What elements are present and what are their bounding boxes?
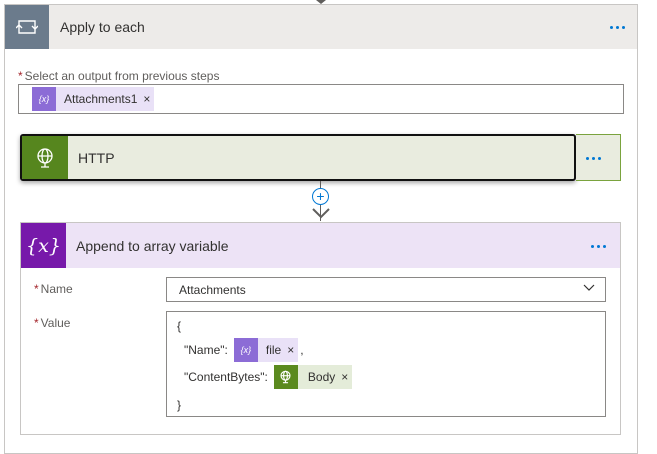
variable-icon: {x} [32,87,56,111]
required-mark: * [34,316,39,330]
required-mark: * [18,69,23,83]
output-select-field[interactable]: {x} Attachments1 × [18,84,624,114]
apply-to-each-more-button[interactable] [610,26,625,29]
name-label-text: Name [40,282,73,296]
token-remove-button[interactable]: × [143,92,154,106]
token-label: Attachments1 [64,92,138,106]
value-line-content: "ContentBytes": Body × [184,365,353,389]
globe-icon [22,136,68,179]
loop-icon [5,5,49,49]
http-more-button[interactable] [586,157,601,160]
http-action-title: HTTP [78,149,115,166]
token-remove-button[interactable]: × [341,370,352,384]
variable-icon: {x} [233,338,258,362]
name-dropdown[interactable]: Attachments [166,277,606,302]
output-label: * Select an output from previous steps [18,69,219,83]
token-attachments1[interactable]: {x} Attachments1 × [32,87,155,111]
append-to-array-card: {x} Append to array variable * Name Attac… [20,222,621,435]
close-brace: } [177,398,182,412]
token-label: file [265,343,282,357]
insert-step-button[interactable]: + [312,188,329,205]
apply-to-each-header[interactable]: Apply to each [5,5,637,49]
comma: , [300,343,304,357]
http-action-menu[interactable] [576,134,621,181]
value-line-name: "Name": {x} file × , [184,338,304,362]
token-remove-button[interactable]: × [287,343,298,357]
token-label: Body [307,370,336,384]
connector-arrow-down-icon [312,208,330,219]
value-label-text: Value [40,316,71,330]
value-line-close: } [177,398,181,412]
append-to-array-title: Append to array variable [76,237,229,254]
token-file[interactable]: {x} file × [233,338,299,362]
name-label: * Name [34,282,73,296]
required-mark: * [34,282,39,296]
apply-to-each-title: Apply to each [60,19,145,35]
append-to-array-header[interactable]: {x} Append to array variable [21,223,620,268]
name-key: "Name": [184,343,228,357]
name-dropdown-value: Attachments [179,282,246,297]
variable-brace-icon: {x} [21,223,66,268]
open-brace: { [177,319,182,333]
append-more-button[interactable] [591,245,606,248]
output-label-text: Select an output from previous steps [24,69,220,83]
value-line-open: { [177,319,181,333]
content-key: "ContentBytes": [184,370,268,384]
value-label: * Value [34,316,70,330]
globe-icon [273,365,298,389]
chevron-down-icon [583,284,595,291]
token-body[interactable]: Body × [273,365,353,389]
value-editor[interactable]: { "Name": {x} file × , "ContentBytes": B… [166,311,606,417]
http-action-card[interactable]: HTTP [20,134,576,181]
